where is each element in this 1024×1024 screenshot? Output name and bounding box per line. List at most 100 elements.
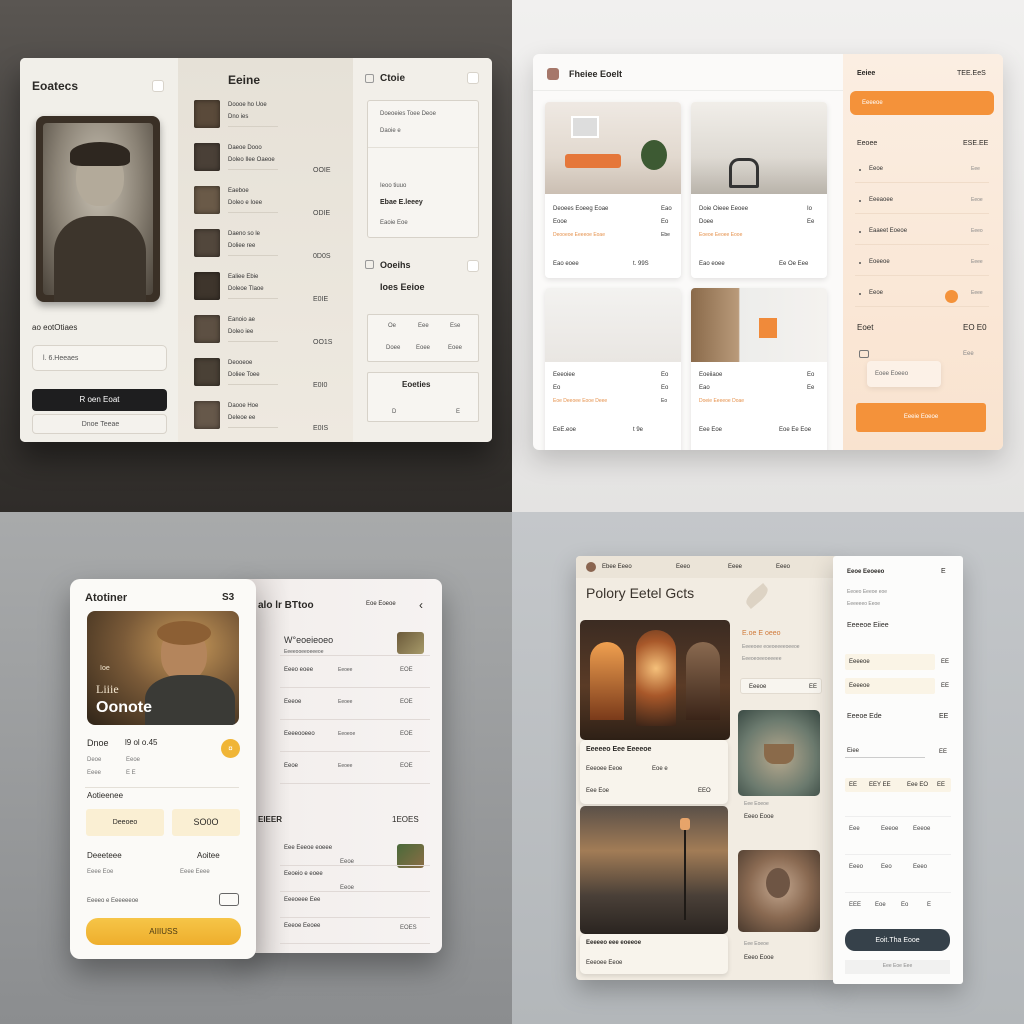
- grid-cell[interactable]: E: [927, 902, 931, 908]
- primary-button[interactable]: R oen Eoat: [32, 389, 167, 411]
- back-title: alo lr BTtoo: [258, 600, 314, 611]
- nav-item[interactable]: Eeee: [728, 564, 742, 570]
- chip-value[interactable]: SO0O: [172, 809, 240, 836]
- footer-bar: Eee Eoe Eee: [845, 960, 950, 974]
- item-meta: [228, 212, 278, 213]
- item-meta: [228, 169, 278, 170]
- divider: [855, 182, 989, 183]
- list-item[interactable]: Eanoio ae Doleo iee OO1S: [178, 313, 353, 353]
- profile-portrait: [36, 116, 160, 302]
- lamp-image: [580, 806, 728, 934]
- card-link[interactable]: Eoeoe Eeoee Eooe: [699, 232, 742, 238]
- card-link[interactable]: Deooeoe Eeeeoe Eoae: [553, 232, 605, 238]
- card-link[interactable]: Eoe Deeoee Eooe Deee: [553, 398, 607, 404]
- list-item[interactable]: Eaeboe Doleo e Ioee ODIE: [178, 184, 353, 224]
- list-item[interactable]: Deooeoe Doliee Toee E0I0: [178, 356, 353, 396]
- option-label: Eeoe: [869, 166, 884, 172]
- grid-cell[interactable]: EEE: [849, 902, 861, 908]
- orange-button[interactable]: Eeeeoe: [850, 91, 994, 115]
- order-title: Eeiee: [857, 70, 876, 77]
- card-title: Deoees Eoeeg Eoae: [553, 206, 609, 212]
- apply-button[interactable]: Eoit.Tha Eooe: [845, 929, 950, 951]
- list-item[interactable]: Doooe ho Uoe Dno ies: [178, 98, 353, 138]
- property-card[interactable]: Eeeoiee Eo Eo Eo Eoe Deeoee Eooe Deee Eo EeE.e…: [545, 288, 681, 450]
- row-price: EOE: [400, 763, 413, 769]
- grid-cell[interactable]: Eoe: [875, 902, 886, 908]
- row-title: Eeeoe Eeoee: [284, 923, 321, 929]
- divider: [280, 687, 430, 688]
- option-label: Eeeaoee: [869, 197, 894, 203]
- card-icon[interactable]: [219, 893, 239, 906]
- item-price: OOIE: [313, 167, 331, 174]
- filter-chip[interactable]: Eeeeoe: [845, 678, 935, 694]
- option-value: Eeee: [971, 290, 983, 296]
- checkout-button[interactable]: Eeeie Eoeoe: [856, 403, 986, 432]
- card-tag: Eo: [661, 372, 669, 378]
- row-title: Eeeoe: [284, 699, 302, 705]
- list-item[interactable]: Daeno so le Doliee ree 0D0S: [178, 227, 353, 267]
- nav-item[interactable]: Eeeo: [776, 564, 790, 570]
- secondary-button[interactable]: Dnoe Teeae: [32, 414, 167, 434]
- row-sub: Eeoeoe: [338, 731, 356, 737]
- card-footer-right: Eoe Ee Eoe: [779, 427, 812, 433]
- grid-cell[interactable]: Eeeo: [849, 864, 863, 870]
- grid-cell[interactable]: Eeo: [881, 864, 892, 870]
- grid-cell[interactable]: Eeeoe: [881, 826, 898, 832]
- card-tag: Eo: [807, 372, 815, 378]
- thumbnail: [194, 100, 220, 128]
- card-link[interactable]: Doeie Eeeeoe Doae: [699, 398, 744, 404]
- profile-input[interactable]: l. 6.Heeaes: [32, 345, 167, 371]
- card-footer-left: EeE.eoe: [553, 427, 577, 433]
- info-card[interactable]: Eeeeeo eee eoeeoe Eeeoee Eeoe: [580, 934, 728, 974]
- section-label: Aotieenee: [87, 791, 124, 800]
- filter-action-icon[interactable]: E: [941, 568, 946, 575]
- profile-panel: Eoatecs ao eotOtiaes l. 6.Heeaes R oen E…: [20, 58, 178, 442]
- order-label: Eeoee: [857, 140, 878, 147]
- row-title: Eee Eeeoe eoeee: [284, 845, 333, 851]
- list-title: Eeine: [228, 73, 261, 87]
- chip-deeoeo[interactable]: Deeoeo: [86, 809, 164, 836]
- list-item[interactable]: Daooe Hoe Deleoe ee E0IS: [178, 399, 353, 439]
- property-image: [545, 102, 681, 194]
- row-title: Eeoe: [284, 763, 299, 769]
- chip-row[interactable]: EE EEY EE Eee EO EE: [845, 778, 951, 792]
- list-item[interactable]: Daeoe Dooo Doleo Ilee Oaeoe OOIE: [178, 141, 353, 181]
- filter-input[interactable]: Eiee: [845, 740, 925, 758]
- chair-icon: [565, 154, 621, 168]
- detail-close-button[interactable]: [467, 72, 479, 84]
- item-meta: [228, 255, 278, 256]
- back-chevron-icon[interactable]: ‹: [419, 599, 423, 611]
- divider: [845, 854, 951, 855]
- nav-item[interactable]: Ebee Eeeo: [602, 564, 632, 570]
- thumbnail: [194, 358, 220, 386]
- info-card[interactable]: Eeeeeo Eee Eeeeoe Eeeoee Eeoe Eoe e Eee …: [580, 740, 728, 804]
- teacup-image: [738, 710, 820, 796]
- card-link-meta: Ebe: [661, 232, 670, 238]
- divider: [280, 719, 430, 720]
- bullet-icon: [859, 200, 861, 202]
- pay-button[interactable]: AIIIUSS: [86, 918, 241, 945]
- plant-icon: [641, 140, 667, 170]
- feature-pill[interactable]: Eeeoe EE: [740, 678, 822, 694]
- property-card[interactable]: Deoees Eoeeg Eoae Eao Eooe Eo Deooeoe Eeeeoe…: [545, 102, 681, 278]
- coupon-input[interactable]: Eoee Eoeeo: [867, 361, 941, 387]
- list-item[interactable]: Ealiee Ebie Doleoe Tlaoe E0IE: [178, 270, 353, 310]
- property-card[interactable]: Eoeiiaoe Eo Eao Ee Doeie Eeeeoe Doae Eee Eoe E…: [691, 288, 827, 450]
- grid-cell[interactable]: Eee: [849, 826, 860, 832]
- frame-icon: [571, 116, 599, 138]
- grid-cell[interactable]: Eeeo: [913, 864, 927, 870]
- section-close-button[interactable]: [467, 260, 479, 272]
- grid-cell[interactable]: Eo: [901, 902, 908, 908]
- slider-thumb[interactable]: [945, 290, 958, 303]
- filter-chip[interactable]: Eeeeoe: [845, 654, 935, 670]
- property-card[interactable]: Doie Oieee Eeoee Io Doee Ee Eoeoe Eeoee Eooe…: [691, 102, 827, 278]
- thumbnail: [194, 186, 220, 214]
- note-icon: [859, 350, 869, 358]
- profile-menu-button[interactable]: [152, 80, 164, 92]
- row-sub: Eeoee: [338, 667, 353, 673]
- grid-cell[interactable]: Eeeoe: [913, 826, 930, 832]
- row-price: EOE: [400, 667, 413, 673]
- nav-item[interactable]: Eeeo: [676, 564, 690, 570]
- item-subtitle: Doleoe Tlaoe: [228, 286, 264, 292]
- coin-badge-icon[interactable]: ¤: [221, 739, 240, 758]
